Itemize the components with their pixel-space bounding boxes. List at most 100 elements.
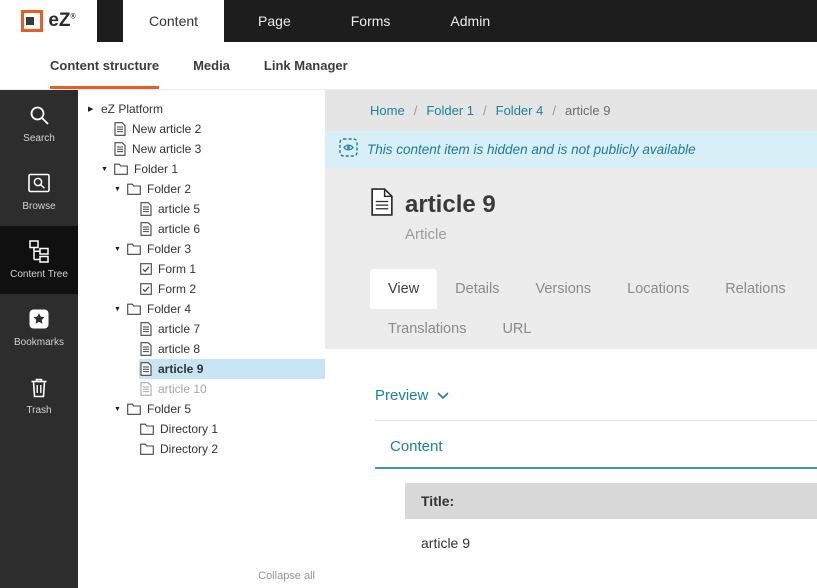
- tree-item-label: article 7: [158, 322, 200, 336]
- tree-item-label: Form 1: [158, 262, 196, 276]
- article-icon: [114, 142, 126, 156]
- tree-item-label: Folder 5: [147, 402, 191, 416]
- tree-item-folder-5[interactable]: ▼ Folder 5: [78, 399, 325, 419]
- tree-item-directory-2[interactable]: Directory 2: [78, 439, 325, 459]
- sidebar-item-content-tree[interactable]: Content Tree: [0, 226, 78, 294]
- tree-item-label: Directory 1: [160, 422, 218, 436]
- top-tab-admin[interactable]: Admin: [424, 0, 516, 42]
- tree-item-article-7[interactable]: article 7: [78, 319, 325, 339]
- hidden-content-alert: This content item is hidden and is not p…: [325, 131, 817, 168]
- breadcrumb-item-folder-4[interactable]: Folder 4: [496, 103, 544, 118]
- collapse-all-button[interactable]: Collapse all: [258, 570, 315, 582]
- top-tab-forms[interactable]: Forms: [325, 0, 417, 42]
- breadcrumb-item-home[interactable]: Home: [370, 103, 405, 118]
- tree-toggle-icon[interactable]: ▶: [88, 105, 100, 113]
- ez-logo-icon: [21, 10, 43, 32]
- tree-item-article-5[interactable]: article 5: [78, 199, 325, 219]
- folder-icon: [127, 183, 141, 195]
- preview-toggle[interactable]: Preview: [375, 349, 817, 421]
- tree-item-label: article 6: [158, 222, 200, 236]
- sidebar-item-trash[interactable]: Trash: [0, 362, 78, 430]
- field-value: article 9: [405, 519, 817, 569]
- search-icon: [27, 103, 51, 127]
- tab-url[interactable]: URL: [484, 309, 549, 349]
- article-icon: [140, 202, 152, 216]
- sidebar-item-label: Content Tree: [10, 269, 68, 280]
- preview-label: Preview: [375, 387, 428, 404]
- sidebar-item-browse[interactable]: Browse: [0, 158, 78, 226]
- tree-item-article-6[interactable]: article 6: [78, 219, 325, 239]
- tree-item-folder-2[interactable]: ▼Folder 2: [78, 179, 325, 199]
- page-title: article 9: [405, 191, 496, 219]
- tree-toggle-icon[interactable]: ▼: [114, 306, 126, 313]
- folder-icon: [140, 443, 154, 455]
- breadcrumb-separator: /: [414, 103, 418, 118]
- tree-item-article-8[interactable]: article 8: [78, 339, 325, 359]
- content-type-label: Article: [405, 226, 817, 243]
- tab-locations[interactable]: Locations: [609, 269, 707, 309]
- chevron-down-icon: [437, 387, 449, 404]
- ez-logo[interactable]: eZ®: [0, 0, 97, 42]
- tree-toggle-icon[interactable]: ▼: [101, 166, 113, 173]
- tab-translations[interactable]: Translations: [370, 309, 484, 349]
- secondary-nav: Content structure Media Link Manager: [0, 42, 817, 90]
- content-tabs: ViewDetailsVersionsLocationsRelations Tra…: [370, 269, 817, 349]
- tree-item-folder-1[interactable]: ▼Folder 1: [78, 159, 325, 179]
- sidebar-item-label: Search: [23, 133, 55, 144]
- tree-item-new-article-2[interactable]: New article 2: [78, 119, 325, 139]
- tree-item-form-2[interactable]: Form 2: [78, 279, 325, 299]
- trash-icon: [27, 375, 51, 399]
- tab-details[interactable]: Details: [437, 269, 517, 309]
- main-nav: ContentPageFormsAdmin: [97, 0, 524, 42]
- sidebar-item-label: Browse: [22, 201, 55, 212]
- field-label: Title:: [405, 483, 817, 519]
- tree-items: ▶eZ PlatformNew article 2New article 3▼F…: [78, 99, 325, 459]
- tree-toggle-icon[interactable]: ▼: [114, 406, 126, 413]
- breadcrumb-item-article-9: article 9: [565, 103, 611, 118]
- article-icon: [140, 322, 152, 336]
- subnav-tab-content-structure[interactable]: Content structure: [50, 42, 159, 89]
- document-icon: [370, 188, 394, 221]
- subnav-tab-link-manager[interactable]: Link Manager: [264, 42, 348, 89]
- tab-versions[interactable]: Versions: [518, 269, 610, 309]
- content-card: Preview Content Title:article 9: [325, 349, 817, 588]
- subnav-tab-media[interactable]: Media: [193, 42, 230, 89]
- tree-item-form-1[interactable]: Form 1: [78, 259, 325, 279]
- folder-icon: [114, 163, 128, 175]
- tree-item-article-10[interactable]: article 10: [78, 379, 325, 399]
- sidebar-item-search[interactable]: Search: [0, 90, 78, 158]
- tree-item-folder-4[interactable]: ▼Folder 4: [78, 299, 325, 319]
- tree-toggle-icon[interactable]: ▼: [114, 246, 126, 253]
- folder-icon: [127, 403, 141, 415]
- tree-item-new-article-3[interactable]: New article 3: [78, 139, 325, 159]
- content-section-heading: Content: [375, 421, 817, 469]
- top-tab-page[interactable]: Page: [232, 0, 317, 42]
- left-sidebar: Search Browse Content Tree Bookmarks Trash: [0, 90, 78, 588]
- tab-relations[interactable]: Relations: [707, 269, 803, 309]
- tree-item-label: Folder 3: [147, 242, 191, 256]
- content-tree-icon: [27, 239, 51, 263]
- tree-item-label: article 8: [158, 342, 200, 356]
- folder-icon: [127, 243, 141, 255]
- field-table: Title:article 9: [405, 483, 817, 569]
- tree-item-article-9[interactable]: article 9: [78, 359, 325, 379]
- tree-item-label: New article 3: [132, 142, 201, 156]
- tree-item-label: article 10: [158, 382, 207, 396]
- form-icon: [140, 263, 152, 275]
- article-icon: [140, 222, 152, 236]
- top-tab-content[interactable]: Content: [123, 0, 224, 42]
- sidebar-item-label: Trash: [26, 405, 51, 416]
- tab-view[interactable]: View: [370, 269, 437, 309]
- tree-item-label: article 5: [158, 202, 200, 216]
- breadcrumb-separator: /: [483, 103, 487, 118]
- content-tree-panel: ▶eZ PlatformNew article 2New article 3▼F…: [78, 90, 325, 588]
- sidebar-item-bookmarks[interactable]: Bookmarks: [0, 294, 78, 362]
- browse-icon: [27, 171, 51, 195]
- tree-item-ez-platform[interactable]: ▶eZ Platform: [78, 99, 325, 119]
- tree-item-directory-1[interactable]: Directory 1: [78, 419, 325, 439]
- breadcrumb-item-folder-1[interactable]: Folder 1: [426, 103, 474, 118]
- tree-item-label: Directory 2: [160, 442, 218, 456]
- tree-item-label: New article 2: [132, 122, 201, 136]
- tree-toggle-icon[interactable]: ▼: [114, 186, 126, 193]
- tree-item-folder-3[interactable]: ▼ Folder 3: [78, 239, 325, 259]
